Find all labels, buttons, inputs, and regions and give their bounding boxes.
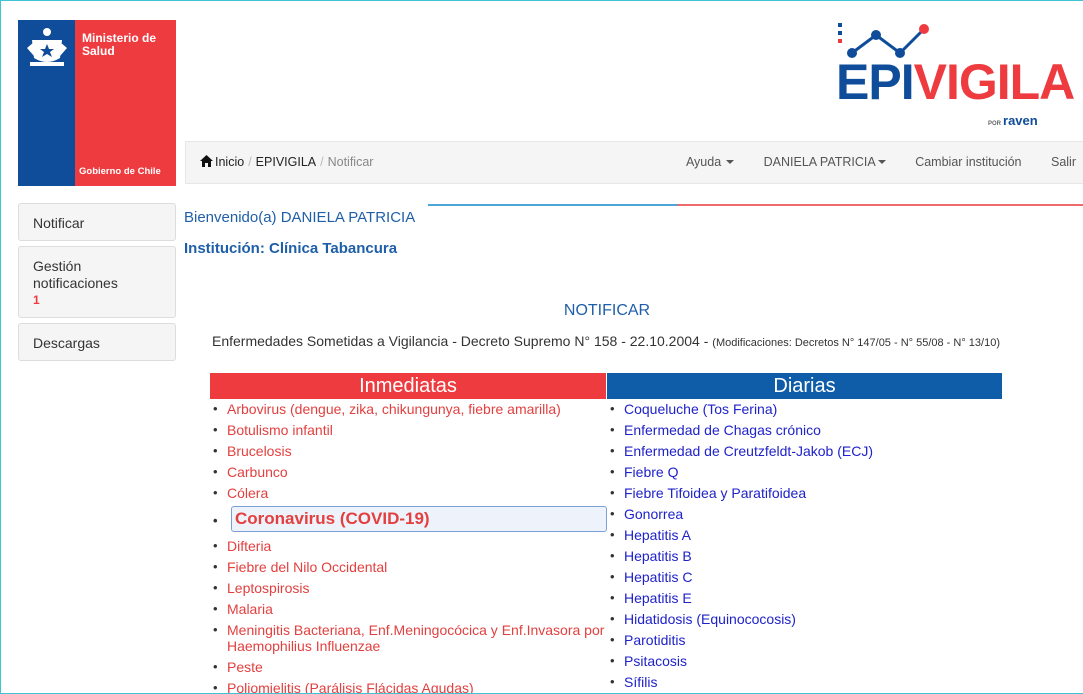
vigila-text: VIGILA bbox=[913, 54, 1076, 110]
disease-link[interactable]: Hidatidosis (Equinococosis) bbox=[607, 611, 1002, 627]
epivigila-wordmark: EPIVIGILA bbox=[836, 54, 1076, 110]
decree-description: Enfermedades Sometidas a Vigilancia - De… bbox=[201, 333, 1011, 351]
ministerio-text: Ministerio de Salud bbox=[82, 31, 157, 58]
ministerio-logo[interactable]: Ministerio de Salud Gobierno de Chile bbox=[18, 20, 176, 186]
caret-down-icon bbox=[726, 160, 735, 164]
gobierno-text: Gobierno de Chile bbox=[79, 166, 161, 177]
disease-link[interactable]: Poliomielitis (Parálisis Flácidas Agudas… bbox=[210, 680, 606, 693]
disease-link[interactable]: Leptospirosis bbox=[210, 580, 606, 596]
disease-link[interactable]: Gonorrea bbox=[607, 506, 1002, 522]
breadcrumb-current: Notificar bbox=[327, 155, 374, 169]
disease-link[interactable]: Meningitis Bacteriana, Enf.Meningocócica… bbox=[210, 622, 606, 654]
epi-text: EPI bbox=[836, 54, 915, 110]
disease-link[interactable]: Coqueluche (Tos Ferina) bbox=[607, 401, 1002, 417]
disease-link[interactable]: Hepatitis E bbox=[607, 590, 1002, 606]
salir-link[interactable]: Salir bbox=[1051, 155, 1076, 169]
epivigila-logo[interactable]: EPIVIGILA POR raven bbox=[826, 19, 1075, 133]
ayuda-label: Ayuda bbox=[685, 155, 722, 169]
disease-link[interactable]: Botulismo infantil bbox=[210, 422, 606, 438]
sidebar-item-gestion-notificaciones[interactable]: Gestión notificaciones 1 bbox=[18, 246, 176, 318]
user-dropdown[interactable]: DANIELA PATRICIA bbox=[764, 155, 886, 169]
decree-text: Enfermedades Sometidas a Vigilancia - De… bbox=[211, 333, 709, 349]
ayuda-dropdown[interactable]: Ayuda bbox=[685, 155, 735, 169]
disease-link[interactable]: Psitacosis bbox=[607, 653, 1002, 669]
disease-link[interactable]: Sífilis bbox=[607, 674, 1002, 690]
raven-logo: POR raven bbox=[988, 113, 1038, 128]
disease-link[interactable]: Cólera bbox=[210, 485, 606, 501]
home-icon bbox=[200, 155, 213, 167]
inmediatas-list: Arbovirus (dengue, zika, chikungunya, fi… bbox=[210, 401, 607, 693]
disease-link[interactable]: Fiebre del Nilo Occidental bbox=[210, 559, 606, 575]
disease-link[interactable]: Fiebre Tifoidea y Paratifoidea bbox=[607, 485, 1002, 501]
por-text: POR bbox=[988, 121, 1002, 127]
sidebar-item-descargas[interactable]: Descargas bbox=[18, 323, 176, 361]
disease-link[interactable]: Hepatitis A bbox=[607, 527, 1002, 543]
nav-menu: Ayuda DANIELA PATRICIA Cambiar instituci… bbox=[660, 155, 1076, 169]
disease-link[interactable]: Parotiditis bbox=[607, 632, 1002, 648]
disease-link[interactable]: Enfermedad de Creutzfeldt-Jakob (ECJ) bbox=[607, 443, 1002, 459]
top-navbar: Inicio / EPIVIGILA / Notificar Ayuda DANIELA… bbox=[185, 141, 1083, 184]
disease-link[interactable]: Arbovirus (dengue, zika, chikungunya, fi… bbox=[210, 401, 606, 417]
sidebar-item-label: Notificar bbox=[33, 215, 85, 231]
cambiar-institucion-link[interactable]: Cambiar institución bbox=[915, 155, 1021, 169]
user-name-label: DANIELA PATRICIA bbox=[763, 155, 876, 169]
notification-count-badge: 1 bbox=[33, 293, 40, 307]
disease-link[interactable]: Carbunco bbox=[210, 464, 606, 480]
institution-text: Institución: Clínica Tabancura bbox=[184, 240, 398, 257]
page-title: NOTIFICAR bbox=[563, 302, 651, 319]
breadcrumb-home-link[interactable]: Inicio bbox=[215, 155, 244, 169]
diarias-header: Diarias bbox=[607, 373, 1002, 399]
sidebar-item-label: Gestión notificaciones bbox=[33, 258, 118, 291]
breadcrumb: Inicio / EPIVIGILA / Notificar bbox=[200, 155, 373, 169]
breadcrumb-epivigila-link[interactable]: EPIVIGILA bbox=[256, 155, 316, 169]
disease-link[interactable]: Fiebre Q bbox=[607, 464, 1002, 480]
raven-text: raven bbox=[1003, 113, 1038, 128]
disease-link[interactable]: Hepatitis C bbox=[607, 569, 1002, 585]
disease-link[interactable]: Malaria bbox=[210, 601, 606, 617]
welcome-text: Bienvenido(a) DANIELA PATRICIA bbox=[184, 209, 416, 226]
sidebar-item-notificar[interactable]: Notificar bbox=[18, 203, 176, 241]
disease-link[interactable]: Brucelosis bbox=[210, 443, 606, 459]
breadcrumb-separator: / bbox=[320, 155, 324, 169]
modifications-text: (Modificaciones: Decretos N° 147/05 - N°… bbox=[712, 337, 1000, 349]
covid-list-item: Coronavirus (COVID-19) bbox=[210, 506, 607, 532]
diarias-list: Coqueluche (Tos Ferina) Enfermedad de Ch… bbox=[607, 401, 1002, 693]
covid-19-link[interactable]: Coronavirus (COVID-19) bbox=[231, 506, 607, 532]
disease-link[interactable]: Hepatitis B bbox=[607, 548, 1002, 564]
caret-down-icon bbox=[877, 160, 886, 164]
disease-link[interactable]: Difteria bbox=[210, 538, 606, 554]
header-divider bbox=[428, 204, 1083, 206]
chile-crest-icon bbox=[27, 28, 67, 66]
sidebar-item-label: Descargas bbox=[33, 335, 100, 351]
breadcrumb-separator: / bbox=[248, 155, 252, 169]
disease-link[interactable]: Enfermedad de Chagas crónico bbox=[607, 422, 1002, 438]
disease-link[interactable]: Peste bbox=[210, 659, 606, 675]
page-frame: Ministerio de Salud Gobierno de Chile EP… bbox=[0, 0, 1083, 694]
inmediatas-header: Inmediatas bbox=[210, 373, 606, 399]
